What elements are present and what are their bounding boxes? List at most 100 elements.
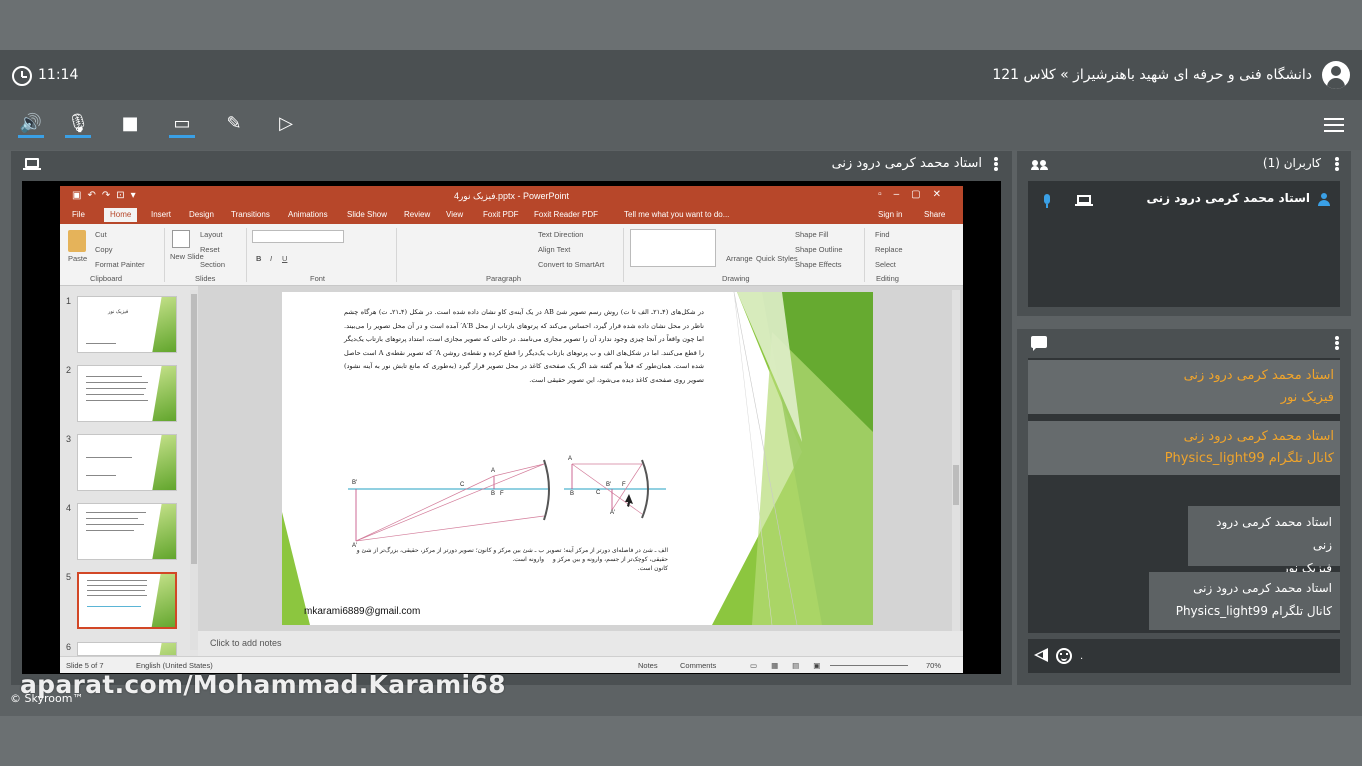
figure-caption-a: الف ـ شئ در فاصله‌ای دورتر از مرکز آینه؛… [546, 547, 668, 572]
share-button[interactable]: Share [924, 210, 945, 219]
presentation-icon[interactable]: ▷ [273, 112, 299, 138]
breadcrumb[interactable]: دانشگاه فنی و حرفه ای شهید باهنرشیراز » … [992, 67, 1312, 83]
message-sender: استاد محمد کرمی درود زنی [1183, 368, 1334, 383]
ribbon-separator [864, 228, 865, 282]
screen-share-icon[interactable]: ▭ [169, 112, 195, 138]
watermark: aparat.com/Mohammad.Karami68 [20, 670, 506, 699]
thumb-title: فیزیک نور [108, 309, 129, 315]
chat-messages: استاد محمد کرمی درود زنی فیزیک نور استاد… [1028, 358, 1340, 633]
speaker-icon[interactable]: 🔊 [18, 112, 44, 138]
notes-toggle[interactable]: Notes [638, 661, 658, 670]
new-slide-icon[interactable] [172, 230, 190, 248]
slide-email: mkarami6889@gmail.com [304, 606, 421, 617]
menu-icon[interactable] [1324, 118, 1344, 132]
brush-icon[interactable]: ✎ [221, 112, 247, 138]
slide-thumbnail[interactable]: فیزیک نور [77, 296, 177, 353]
ribbon-separator [396, 228, 397, 282]
chat-more-icon[interactable] [1335, 336, 1339, 350]
diagram-label: B′ [606, 482, 612, 488]
shapes-gallery[interactable] [630, 229, 716, 267]
slide-thumbnail[interactable] [77, 365, 177, 422]
slide-thumbnail-selected[interactable] [77, 572, 177, 629]
ribbon-separator [623, 228, 624, 282]
screen-video: ▣↶↷⊡▾ فیزیک نور4.pptx - PowerPoint ▫–▢✕ … [22, 181, 1001, 674]
arrange-button[interactable]: Arrange [726, 254, 753, 263]
align-text-button[interactable]: Align Text [538, 245, 570, 254]
message-sender: استاد محمد کرمی درود زنی [1183, 429, 1334, 444]
underline-button[interactable]: U [282, 254, 287, 263]
comments-toggle[interactable]: Comments [680, 661, 716, 670]
account-avatar-icon[interactable] [1322, 61, 1350, 89]
tab-file[interactable]: File [72, 210, 85, 219]
tell-me-box[interactable]: Tell me what you want to do... [624, 210, 729, 219]
sign-in-link[interactable]: Sign in [878, 210, 902, 219]
quick-styles-button[interactable]: Quick Styles [756, 254, 798, 263]
italic-button[interactable]: I [270, 254, 272, 263]
copy-button[interactable]: Copy [95, 245, 113, 254]
tab-view[interactable]: View [446, 210, 463, 219]
bold-button[interactable]: B [256, 254, 261, 263]
stage-more-icon[interactable] [994, 157, 998, 171]
chat-input-bar: . [1028, 639, 1340, 673]
ribbon-home: Paste Cut Copy Format Painter Clipboard … [60, 224, 963, 286]
convert-smartart-button[interactable]: Convert to SmartArt [538, 260, 604, 269]
send-icon[interactable] [1034, 648, 1048, 662]
zoom-slider[interactable] [830, 665, 908, 666]
font-name-select[interactable] [252, 230, 344, 243]
shape-fill-button[interactable]: Shape Fill [795, 230, 828, 239]
replace-button[interactable]: Replace [875, 245, 903, 254]
language-indicator[interactable]: English (United States) [136, 661, 213, 670]
zoom-level[interactable]: 70% [926, 661, 941, 670]
brand-logo: © Skyroom™ [10, 692, 84, 705]
tab-insert[interactable]: Insert [151, 210, 171, 219]
slide-paragraph[interactable]: در شکل‌های (۴ـ۲۱ـ الف تا ت) روش رسم تصوی… [344, 306, 704, 387]
top-bar: 11:14 دانشگاه فنی و حرفه ای شهید باهنرشی… [0, 50, 1362, 100]
tab-foxit-reader-pdf[interactable]: Foxit Reader PDF [534, 210, 598, 219]
window-controls[interactable]: ▫–▢✕ [878, 189, 953, 200]
paste-button[interactable]: Paste [68, 254, 87, 263]
thumbnail-scrollbar[interactable] [190, 290, 198, 650]
thumb-number: 2 [66, 365, 72, 375]
format-painter-button[interactable]: Format Painter [95, 260, 145, 269]
select-button[interactable]: Select [875, 260, 896, 269]
slide-thumbnails: 1 فیزیک نور 2 3 4 5 6 [60, 286, 198, 656]
tab-animations[interactable]: Animations [288, 210, 328, 219]
slide-thumbnail[interactable] [77, 642, 177, 656]
find-button[interactable]: Find [875, 230, 890, 239]
tab-review[interactable]: Review [404, 210, 430, 219]
reset-button[interactable]: Reset [200, 245, 220, 254]
camera-icon[interactable]: ■ [117, 112, 143, 138]
chat-input[interactable]: . [1080, 651, 1083, 662]
tab-foxit-pdf[interactable]: Foxit PDF [483, 210, 519, 219]
layout-button[interactable]: Layout [200, 230, 223, 239]
media-toolbar: 🔊 🎙 ■ ▭ ✎ ▷ [0, 100, 1362, 150]
shape-outline-button[interactable]: Shape Outline [795, 245, 843, 254]
tab-design[interactable]: Design [189, 210, 214, 219]
cut-button[interactable]: Cut [95, 230, 107, 239]
message-body: کانال تلگرام Physics_light99 [1164, 451, 1334, 466]
notes-pane[interactable]: Click to add notes [198, 631, 963, 656]
emoji-icon[interactable] [1056, 648, 1072, 664]
thumb-number: 1 [66, 296, 72, 306]
text-direction-button[interactable]: Text Direction [538, 230, 583, 239]
slide-scrollbar[interactable] [952, 290, 960, 650]
diagram-label: C [460, 482, 465, 488]
users-more-icon[interactable] [1335, 157, 1339, 171]
section-button[interactable]: Section [200, 260, 225, 269]
paste-icon[interactable] [68, 230, 86, 252]
figure-caption-b: ب ـ شئ بین مرکز و کانون؛ تصویر دورتر از … [356, 547, 544, 563]
shape-effects-button[interactable]: Shape Effects [795, 260, 842, 269]
slide-thumbnail[interactable] [77, 434, 177, 491]
user-mic-icon [1044, 194, 1050, 208]
slides-group-label: Slides [195, 274, 216, 283]
thumb-number: 6 [66, 642, 72, 652]
clipboard-group-label: Clipboard [90, 274, 123, 283]
tab-transitions[interactable]: Transitions [231, 210, 270, 219]
new-slide-button[interactable]: New Slide [170, 252, 204, 261]
view-buttons[interactable]: ▭▦▤▣ [750, 661, 834, 670]
tab-home[interactable]: Home [104, 208, 138, 222]
tab-slide-show[interactable]: Slide Show [347, 210, 387, 219]
slide-thumbnail[interactable] [77, 503, 177, 560]
diagram-label: F [500, 491, 504, 497]
microphone-icon[interactable]: 🎙 [65, 112, 91, 138]
